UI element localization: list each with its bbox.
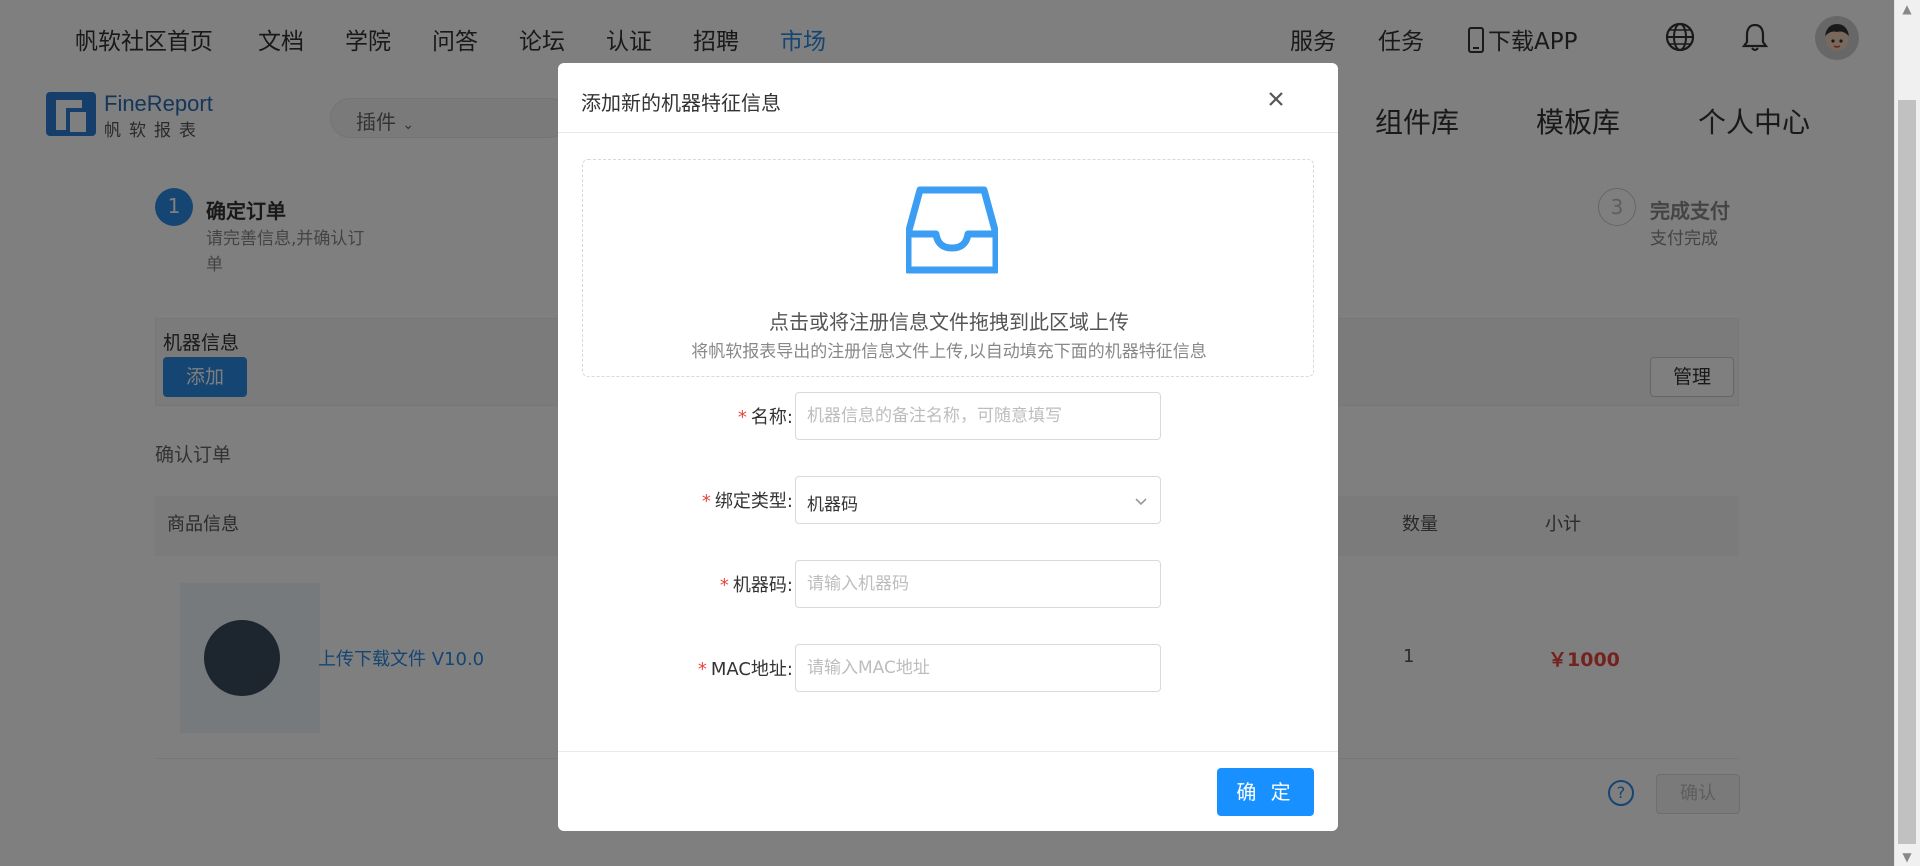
required-mark: * (697, 659, 707, 680)
machine-code-label-text: 机器码: (732, 575, 793, 596)
inbox-icon (906, 186, 998, 274)
dialog-header: 添加新的机器特征信息 (558, 63, 1338, 133)
scroll-down-arrow-icon[interactable]: ▼ (1899, 850, 1915, 864)
add-machine-dialog: 添加新的机器特征信息 点击或将注册信息文件拖拽到此区域上传 将帆软报表导出的注册… (558, 63, 1338, 831)
form-row-bind-type: * 绑定类型: 机器码 (558, 476, 1338, 524)
ok-button[interactable]: 确 定 (1217, 768, 1314, 816)
mac-address-input[interactable] (795, 644, 1161, 692)
mac-label-text: MAC地址: (710, 659, 793, 680)
machine-code-input[interactable] (795, 560, 1161, 608)
bind-type-label-text: 绑定类型: (714, 491, 793, 512)
mac-label: * MAC地址: (698, 655, 793, 681)
scroll-up-arrow-icon[interactable]: ▲ (1899, 2, 1915, 16)
upload-hint: 将帆软报表导出的注册信息文件上传,以自动填充下面的机器特征信息 (691, 342, 1207, 362)
name-input[interactable] (795, 392, 1161, 440)
upload-instruction: 点击或将注册信息文件拖拽到此区域上传 (769, 310, 1129, 334)
form-row-mac: * MAC地址: (558, 644, 1338, 692)
required-mark: * (719, 575, 729, 596)
required-mark: * (737, 407, 747, 428)
scrollbar-thumb[interactable] (1898, 100, 1916, 844)
bind-type-value: 机器码 (807, 495, 858, 515)
file-upload-dropzone[interactable]: 点击或将注册信息文件拖拽到此区域上传 将帆软报表导出的注册信息文件上传,以自动填… (582, 159, 1314, 377)
bind-type-select[interactable]: 机器码 (795, 476, 1161, 524)
machine-code-label: * 机器码: (720, 571, 793, 597)
name-label: * 名称: (738, 403, 793, 429)
form-row-machine-code: * 机器码: (558, 560, 1338, 608)
required-mark: * (701, 491, 711, 512)
chevron-down-icon (1135, 498, 1147, 506)
dialog-title: 添加新的机器特征信息 (581, 91, 781, 115)
name-label-text: 名称: (750, 407, 793, 428)
bind-type-label: * 绑定类型: (702, 487, 793, 513)
form-row-name: * 名称: (558, 392, 1338, 440)
close-icon[interactable] (1262, 85, 1290, 113)
